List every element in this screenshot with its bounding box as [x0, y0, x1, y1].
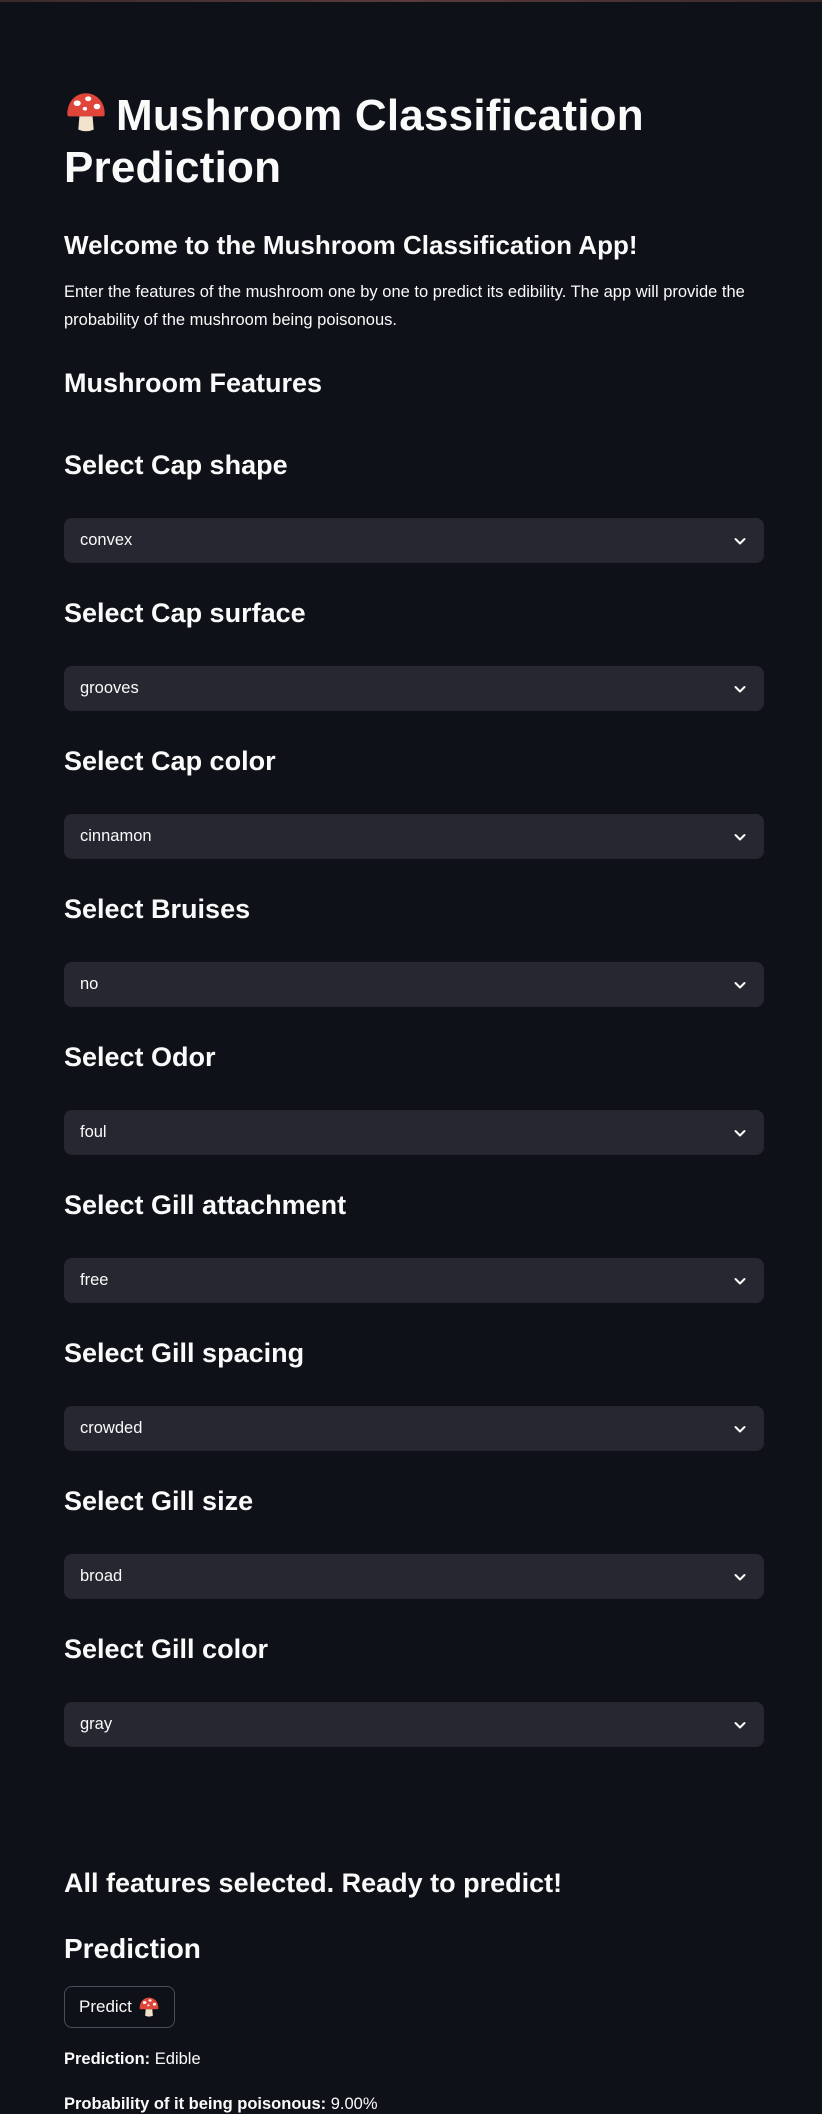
mushroom-icon [139, 1997, 159, 2017]
select-value-gill-attachment: free [80, 1271, 109, 1289]
feature-cap-surface: Select Cap surface grooves [64, 595, 764, 711]
select-value-cap-surface: grooves [80, 679, 139, 697]
probability-label: Probability of it being poisonous: [64, 2095, 327, 2113]
select-odor[interactable]: foul [64, 1110, 764, 1155]
chevron-down-icon [734, 685, 746, 692]
feature-odor: Select Odor foul [64, 1039, 764, 1155]
intro-text: Enter the features of the mushroom one b… [64, 283, 745, 329]
select-gill-attachment[interactable]: free [64, 1258, 764, 1303]
prediction-result-value: Edible [154, 2050, 201, 2068]
feature-label-odor: Select Odor [64, 1042, 216, 1072]
feature-label-cap-surface: Select Cap surface [64, 598, 306, 628]
chevron-down-icon [734, 1425, 746, 1432]
feature-label-gill-size: Select Gill size [64, 1486, 254, 1516]
prediction-result-label: Prediction: [64, 2050, 151, 2068]
feature-label-gill-color: Select Gill color [64, 1634, 269, 1664]
select-value-gill-spacing: crowded [80, 1419, 143, 1437]
welcome-heading: Welcome to the Mushroom Classification A… [64, 230, 638, 260]
select-value-bruises: no [80, 975, 99, 993]
select-gill-color[interactable]: gray [64, 1702, 764, 1747]
feature-bruises: Select Bruises no [64, 891, 764, 1007]
feature-gill-attachment: Select Gill attachment free [64, 1187, 764, 1303]
predict-button[interactable]: Predict [64, 1986, 175, 2028]
main-content: Mushroom Classification Prediction Welco… [64, 90, 764, 2113]
select-value-gill-size: broad [80, 1567, 123, 1585]
feature-gill-spacing: Select Gill spacing crowded [64, 1335, 764, 1451]
feature-label-cap-shape: Select Cap shape [64, 450, 288, 480]
select-bruises[interactable]: no [64, 962, 764, 1007]
select-gill-size[interactable]: broad [64, 1554, 764, 1599]
feature-label-gill-spacing: Select Gill spacing [64, 1338, 305, 1368]
feature-gill-color: Select Gill color gray [64, 1631, 764, 1747]
prediction-heading: Prediction [64, 1933, 201, 1964]
page-title-text: Mushroom Classification Prediction [64, 91, 644, 192]
features-heading: Mushroom Features [64, 368, 323, 398]
select-cap-surface[interactable]: grooves [64, 666, 764, 711]
probability-value: 9.00% [330, 2095, 378, 2113]
select-cap-color[interactable]: cinnamon [64, 814, 764, 859]
feature-cap-shape: Select Cap shape convex [64, 447, 764, 563]
select-value-cap-shape: convex [80, 531, 133, 549]
chevron-down-icon [734, 833, 746, 840]
chevron-down-icon [734, 1129, 746, 1136]
top-decoration-bar [0, 0, 822, 2]
chevron-down-icon [734, 1721, 746, 1728]
select-value-gill-color: gray [80, 1715, 113, 1733]
probability-result: Probability of it being poisonous: 9.00% [64, 2095, 378, 2114]
feature-label-bruises: Select Bruises [64, 894, 251, 924]
chevron-down-icon [734, 537, 746, 544]
feature-label-gill-attachment: Select Gill attachment [64, 1190, 347, 1220]
page-title: Mushroom Classification Prediction [64, 90, 764, 194]
feature-cap-color: Select Cap color cinnamon [64, 743, 764, 859]
mushroom-icon [67, 93, 105, 132]
prediction-result: Prediction: Edible [64, 2050, 201, 2069]
predict-button-label: Predict [79, 1997, 132, 2016]
select-cap-shape[interactable]: convex [64, 518, 764, 563]
select-value-odor: foul [80, 1123, 107, 1141]
feature-gill-size: Select Gill size broad [64, 1483, 764, 1599]
select-gill-spacing[interactable]: crowded [64, 1406, 764, 1451]
select-value-cap-color: cinnamon [80, 827, 152, 845]
chevron-down-icon [734, 1573, 746, 1580]
feature-label-cap-color: Select Cap color [64, 746, 276, 776]
ready-status: All features selected. Ready to predict! [64, 1868, 563, 1898]
chevron-down-icon [734, 1277, 746, 1284]
chevron-down-icon [734, 981, 746, 988]
